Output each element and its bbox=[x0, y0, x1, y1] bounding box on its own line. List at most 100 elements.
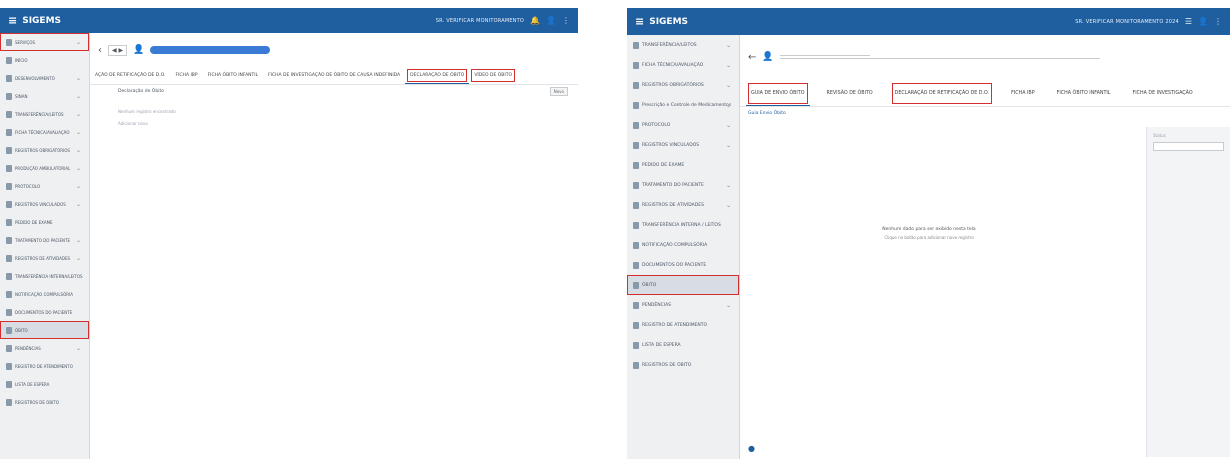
user-name[interactable]: SR. VERIFICAR MONITORAMENTO 2024 bbox=[1075, 19, 1179, 25]
user-icon[interactable]: 👤 bbox=[1198, 17, 1208, 26]
menu-item-icon bbox=[6, 200, 12, 208]
sidebar-item[interactable]: TRATAMENTO DO PACIENTE ⌄ bbox=[0, 231, 89, 249]
tab[interactable]: DECLARAÇÃO DE RETIFICAÇÃO DE D.O. bbox=[890, 81, 994, 106]
sidebar-item[interactable]: TRANSFERÊNCIA/LEITOS ⌄ bbox=[627, 35, 739, 55]
sidebar-item[interactable]: PEDIDO DE EXAME bbox=[0, 213, 89, 231]
sidebar-item[interactable]: FICHA TÉCNICA/AVALIAÇÃO ⌄ bbox=[0, 123, 89, 141]
tab[interactable]: FICHA ÓBITO INFANTIL bbox=[1052, 81, 1116, 106]
tab[interactable]: VÍDEO DE ÓBITO bbox=[469, 67, 517, 84]
tab[interactable]: FICHA IBP bbox=[171, 67, 203, 84]
menu-item-icon bbox=[6, 380, 12, 388]
sidebar-item-label: PROTOCOLO bbox=[15, 183, 41, 189]
sidebar-item[interactable]: DESENVOLVIMENTO ⌄ bbox=[0, 69, 89, 87]
chevron-down-icon: ⌄ bbox=[75, 38, 81, 46]
tab[interactable]: GUIA DE ENVIO ÓBITO bbox=[746, 81, 810, 106]
sidebar-item[interactable]: SINAN ⌄ bbox=[0, 87, 89, 105]
menu-item-icon bbox=[6, 128, 12, 136]
sidebar-item[interactable]: REGISTROS VINCULADOS ⌄ bbox=[0, 195, 89, 213]
empty-state: Nenhum dado para ser exibido nesta tela … bbox=[740, 227, 1118, 240]
sidebar-item[interactable]: PRODUÇÃO AMBULATORIAL ⌄ bbox=[0, 159, 89, 177]
sidebar-item[interactable]: PEDIDO DE EXAME bbox=[627, 155, 739, 175]
menu-item-icon bbox=[633, 41, 639, 49]
tab[interactable]: FICHA DE INVESTIGAÇÃO DE ÓBITO DE CAUSA … bbox=[263, 67, 405, 84]
sidebar-item-label: REGISTRO DE ATENDIMENTO bbox=[15, 363, 73, 369]
back-arrow-icon[interactable]: ‹ bbox=[98, 45, 102, 56]
empty-message: Nenhum registro encontrado bbox=[118, 109, 176, 114]
tab-bar: AÇÃO DE RETIFICAÇÃO DE D.O. FICHA IBP FICH… bbox=[90, 67, 578, 85]
sidebar-item-label: REGISTROS DE ATIVIDADES bbox=[642, 202, 704, 208]
sidebar-item[interactable]: INÍCIO bbox=[0, 51, 89, 69]
sidebar-item[interactable]: REGISTROS DE ÓBITO bbox=[0, 393, 89, 411]
sidebar-item-label: TRANSFERÊNCIA/LEITOS bbox=[642, 42, 697, 48]
user-name[interactable]: SR. VERIFICAR MONITORAMENTO bbox=[436, 18, 524, 24]
list-icon[interactable]: ☰ bbox=[1185, 17, 1192, 26]
chevron-down-icon: ⌄ bbox=[725, 141, 731, 149]
sidebar-item[interactable]: REGISTROS DE ATIVIDADES ⌄ bbox=[0, 249, 89, 267]
content-pane: Guia Envio Óbito Nenhum dado para ser ex… bbox=[740, 107, 1230, 457]
sidebar-item[interactable]: FICHA TÉCNICA/AVALIAÇÃO ⌄ bbox=[627, 55, 739, 75]
chevron-down-icon: ⌄ bbox=[75, 344, 81, 352]
sidebar-item-label: FICHA TÉCNICA/AVALIAÇÃO bbox=[15, 129, 70, 135]
sidebar-item-label: REGISTROS DE ÓBITO bbox=[15, 399, 59, 405]
tab[interactable]: REVISÃO DE ÓBITO bbox=[822, 81, 878, 106]
menu-item-icon bbox=[6, 254, 12, 262]
person-icon: 👤 bbox=[762, 52, 774, 62]
sidebar-item[interactable]: REGISTRO DE ATENDIMENTO bbox=[627, 315, 739, 335]
sidebar-item-label: REGISTROS DE ÓBITO bbox=[642, 362, 692, 368]
menu-item-icon bbox=[633, 341, 639, 349]
sidebar-item[interactable]: TRANSFERÊNCIA/LEITOS ⌄ bbox=[0, 105, 89, 123]
sidebar-item[interactable]: REGISTROS VINCULADOS ⌄ bbox=[627, 135, 739, 155]
sidebar-item-label: DOCUMENTOS DO PACIENTE bbox=[15, 309, 73, 315]
chevron-down-icon: ⌄ bbox=[75, 200, 81, 208]
back-arrow-icon[interactable]: ← bbox=[748, 52, 756, 63]
sidebar-item[interactable]: NOTIFICAÇÃO COMPULSÓRIA bbox=[0, 285, 89, 303]
tab[interactable]: DECLARAÇÃO DE ÓBITO bbox=[405, 67, 470, 84]
tab[interactable]: FICHA DE INVESTIGAÇÃO bbox=[1127, 81, 1197, 106]
sidebar-item[interactable]: REGISTROS OBRIGATÓRIOS ⌄ bbox=[627, 75, 739, 95]
tab[interactable]: FICHA ÓBITO INFANTIL bbox=[203, 67, 264, 84]
new-button[interactable]: Novo bbox=[549, 87, 568, 96]
chevron-down-icon: ⌄ bbox=[75, 92, 81, 100]
sidebar-item-label: TRATAMENTO DO PACIENTE bbox=[15, 237, 70, 243]
menu-item-icon bbox=[6, 272, 12, 280]
sidebar: TRANSFERÊNCIA/LEITOS ⌄ FICHA TÉCNICA/AVALI… bbox=[627, 35, 740, 459]
sidebar-item[interactable]: SERVIÇOS ⌄ bbox=[0, 33, 89, 51]
sidebar-item[interactable]: NOTIFICAÇÃO COMPULSÓRIA bbox=[627, 235, 739, 255]
sidebar-item[interactable]: PROTOCOLO ⌄ bbox=[0, 177, 89, 195]
menu-item-icon bbox=[6, 146, 12, 154]
help-icon[interactable]: ● bbox=[748, 444, 755, 453]
notification-icon[interactable]: 🔔 bbox=[530, 16, 540, 25]
sidebar-item[interactable]: TRANSFERÊNCIA INTERNA/LEITOS bbox=[0, 267, 89, 285]
menu-item-icon bbox=[6, 182, 12, 190]
sidebar-item[interactable]: PENDÊNCIAS ⌄ bbox=[0, 339, 89, 357]
sidebar-item[interactable]: DOCUMENTOS DO PACIENTE bbox=[0, 303, 89, 321]
sidebar-item[interactable]: TRANSFERÊNCIA INTERNA / LEITOS bbox=[627, 215, 739, 235]
tab[interactable]: FICHA IBP bbox=[1006, 81, 1040, 106]
user-icon[interactable]: 👤 bbox=[546, 16, 556, 25]
sidebar-item[interactable]: REGISTROS DE ATIVIDADES ⌄ bbox=[627, 195, 739, 215]
sidebar-item[interactable]: Prescrição e Controle de Medicamentos ⌄ bbox=[627, 95, 739, 115]
menu-item-icon bbox=[633, 301, 639, 309]
sidebar-item[interactable]: LISTA DE ESPERA bbox=[627, 335, 739, 355]
more-vert-icon[interactable]: ⋮ bbox=[1214, 17, 1222, 26]
side-panel-input[interactable] bbox=[1153, 142, 1224, 151]
sidebar-item[interactable]: REGISTROS DE ÓBITO bbox=[627, 355, 739, 375]
hamburger-menu-icon[interactable]: ≡ bbox=[8, 15, 17, 26]
more-vert-icon[interactable]: ⋮ bbox=[562, 16, 570, 25]
record-nav[interactable]: ◀ ▶ bbox=[108, 44, 128, 56]
sidebar-item[interactable]: REGISTROS OBRIGATÓRIOS ⌄ bbox=[0, 141, 89, 159]
sidebar-item[interactable]: DOCUMENTOS DO PACIENTE bbox=[627, 255, 739, 275]
menu-item-icon bbox=[6, 236, 12, 244]
add-link[interactable]: Adicionar novo bbox=[118, 121, 148, 126]
sidebar-item[interactable]: ÓBITO bbox=[0, 321, 89, 339]
sidebar-item[interactable]: LISTA DE ESPERA bbox=[0, 375, 89, 393]
sidebar-item[interactable]: REGISTRO DE ATENDIMENTO bbox=[0, 357, 89, 375]
sidebar-item[interactable]: ÓBITO bbox=[627, 275, 739, 295]
content-pane: Declaração de Óbito Nenhum registro enco… bbox=[90, 85, 578, 455]
sidebar-item[interactable]: TRATAMENTO DO PACIENTE ⌄ bbox=[627, 175, 739, 195]
sidebar-item[interactable]: PENDÊNCIAS ⌄ bbox=[627, 295, 739, 315]
tab[interactable]: AÇÃO DE RETIFICAÇÃO DE D.O. bbox=[90, 67, 171, 84]
topbar: ≡ SIGEMS SR. VERIFICAR MONITORAMENTO 🔔 👤… bbox=[0, 8, 578, 33]
sidebar-item[interactable]: PROTOCOLO ⌄ bbox=[627, 115, 739, 135]
hamburger-menu-icon[interactable]: ≡ bbox=[635, 16, 644, 27]
